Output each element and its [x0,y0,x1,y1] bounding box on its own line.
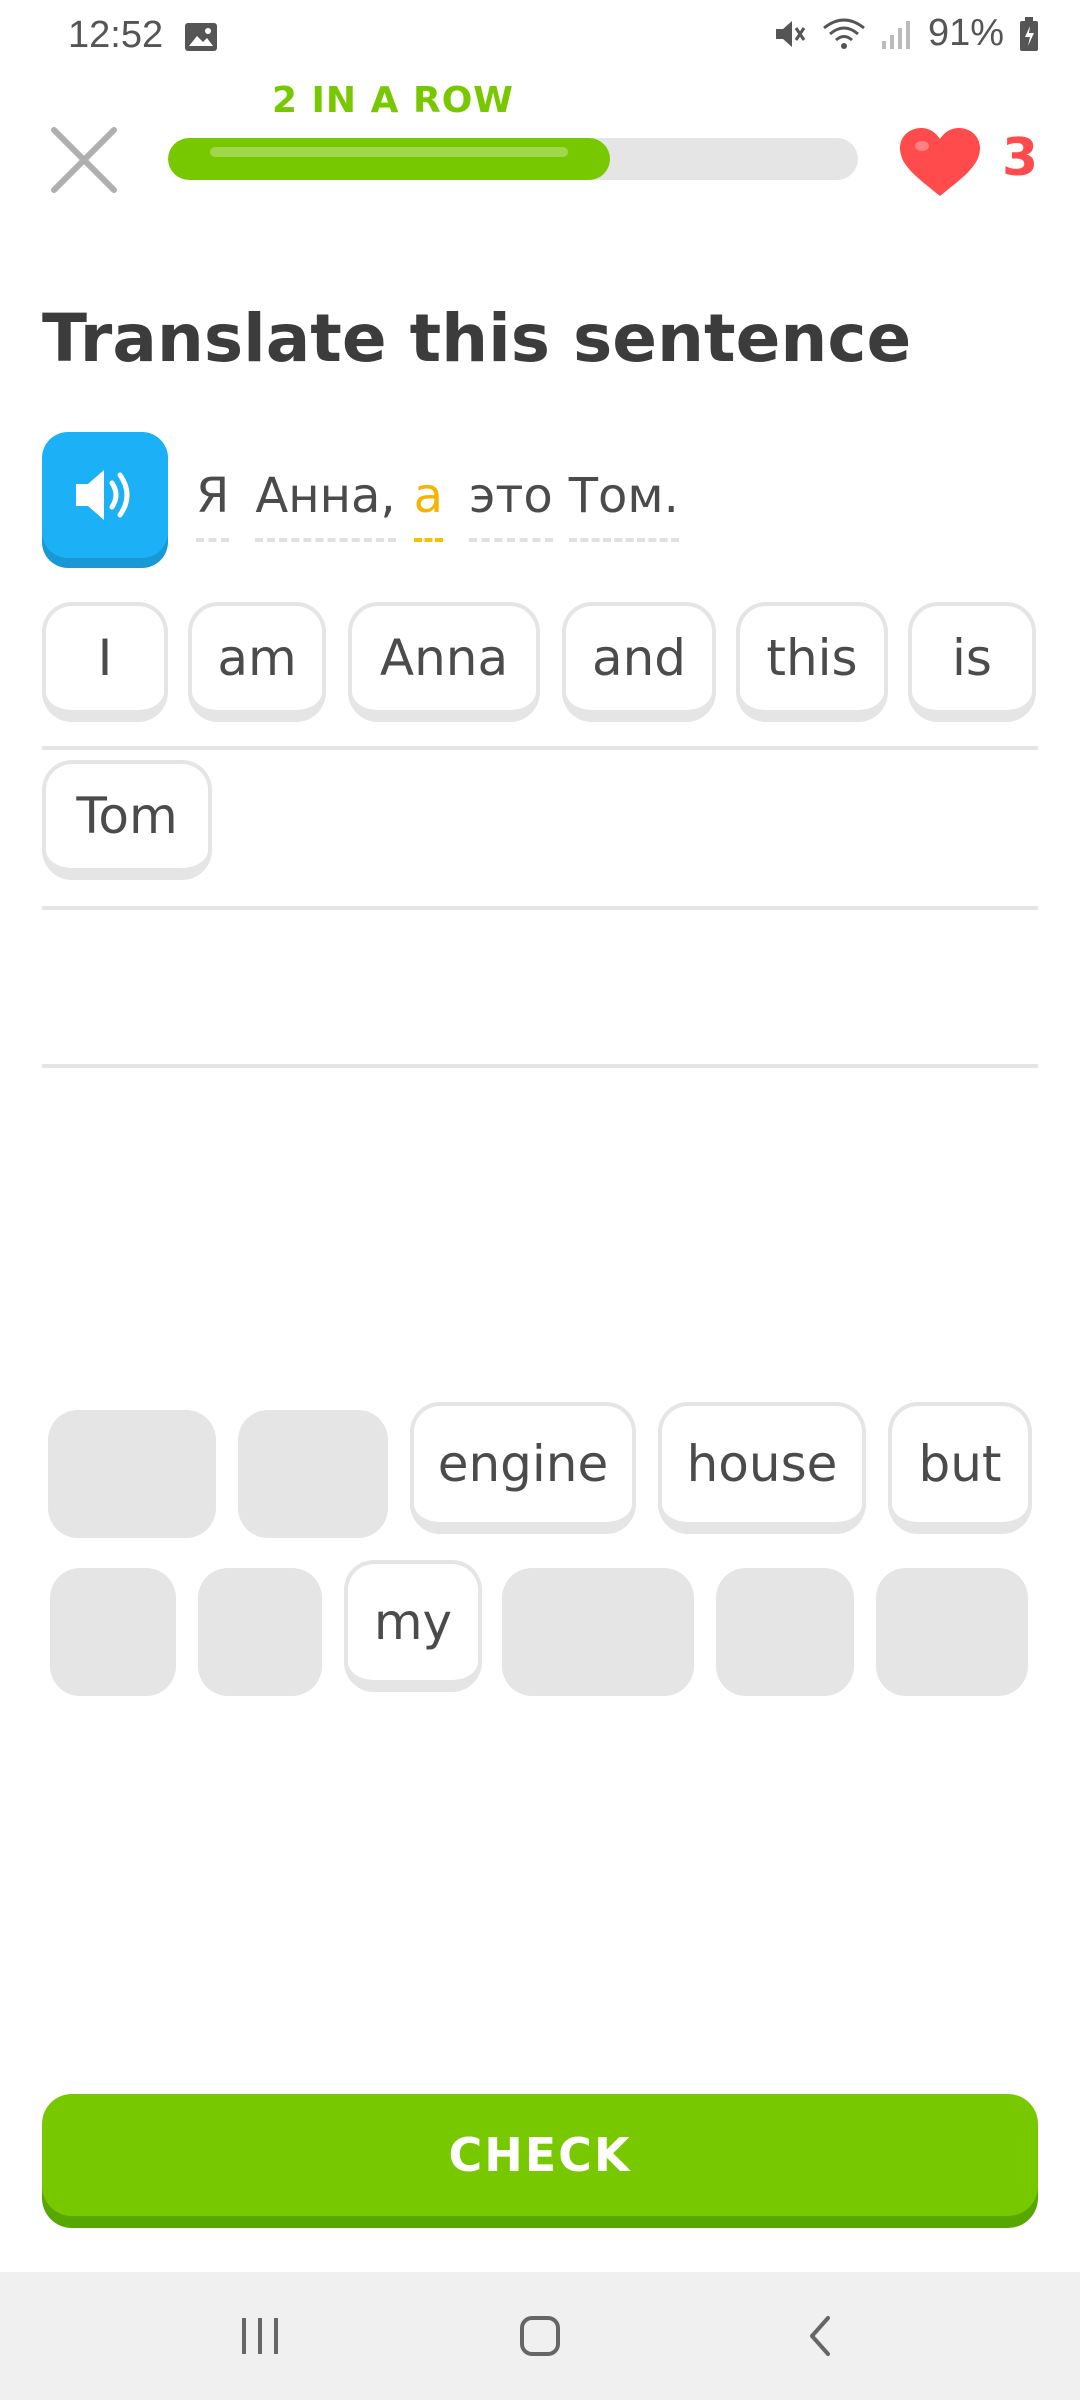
used-word-slot [876,1568,1028,1696]
recent-apps-button[interactable] [220,2306,300,2366]
battery-percent: 91% [927,12,1004,54]
word-bank-tile[interactable]: house [658,1402,866,1534]
heart-icon [898,126,982,202]
answer-line [42,746,1038,750]
play-audio-button[interactable] [42,432,168,558]
prompt-sentence: Я Анна, а это Том. [196,468,705,542]
prompt-word[interactable]: Анна, [255,468,396,542]
wifi-icon [822,16,866,52]
answer-tile[interactable]: this [736,602,888,722]
close-button[interactable] [46,122,122,198]
used-word-slot [198,1568,322,1696]
prompt-word[interactable]: Том. [568,468,680,542]
mute-icon [772,16,808,52]
used-word-slot [716,1568,854,1696]
used-word-slot [238,1410,388,1538]
recent-apps-icon [242,2318,278,2354]
streak-label: 2 IN A ROW [271,80,515,121]
gallery-notification-icon [184,22,218,56]
prompt-word[interactable]: это [469,468,553,542]
page-title: Translate this sentence [42,300,912,377]
used-word-slot [50,1568,176,1696]
home-button[interactable] [500,2306,580,2366]
prompt-word[interactable]: Я [196,468,230,542]
answer-tile[interactable]: and [562,602,716,722]
answer-tile[interactable]: is [908,602,1036,722]
hearts-count: 3 [1002,128,1039,188]
answer-line [42,1064,1038,1068]
progress-fill [168,138,610,180]
answer-tile[interactable]: I [42,602,168,722]
answer-tile[interactable]: am [188,602,326,722]
signal-icon [880,17,914,51]
progress-shine [210,147,568,157]
system-nav-bar [0,2272,1080,2400]
speaker-icon [76,470,130,520]
check-button[interactable]: CHECK [42,2094,1038,2216]
answer-tile[interactable]: Tom [42,760,212,880]
used-word-slot [48,1410,216,1538]
back-button[interactable] [782,2306,862,2366]
prompt-word-highlighted[interactable]: а [413,468,444,542]
answer-tile[interactable]: Anna [348,602,540,722]
word-bank-tile[interactable]: but [888,1402,1032,1534]
back-icon [810,2316,830,2356]
battery-icon [1018,16,1040,52]
status-time: 12:52 [68,14,164,56]
close-icon [51,127,117,193]
progress-bar [168,138,858,180]
word-bank-tile[interactable]: my [344,1560,482,1692]
status-icons: 91% [772,12,1040,55]
answer-line [42,906,1038,910]
word-bank-tile[interactable]: engine [410,1402,636,1534]
used-word-slot [502,1568,694,1696]
home-icon [520,2316,560,2356]
